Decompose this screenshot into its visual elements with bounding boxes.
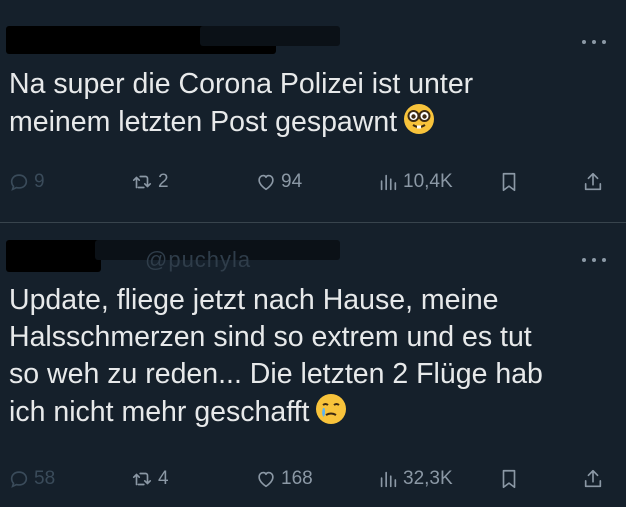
retweet-count: 4 (158, 468, 169, 489)
dot-icon (592, 258, 596, 262)
bookmark-icon (502, 172, 516, 192)
redacted-author (6, 240, 101, 272)
views-icon (380, 174, 397, 191)
views-count: 32,3K (403, 468, 453, 489)
heart-icon (258, 174, 274, 191)
dot-icon (592, 40, 596, 44)
dot-icon (582, 258, 586, 262)
nerd-face-emoji (403, 103, 435, 145)
tweet-1[interactable]: Na super die Corona Polizei ist unter me… (0, 0, 626, 222)
views-button[interactable]: 10,4K (377, 168, 453, 196)
heart-icon (258, 471, 274, 488)
share-button[interactable] (582, 168, 604, 196)
bookmark-icon (502, 469, 516, 489)
retweet-icon (132, 175, 152, 189)
dot-icon (602, 258, 606, 262)
more-options-button[interactable] (582, 256, 606, 264)
tweet-actions: 58 4 168 32,3K (0, 465, 626, 493)
reply-count: 58 (34, 468, 56, 489)
tweet-text: Na super die Corona Polizei ist unter me… (9, 66, 610, 145)
views-count: 10,4K (403, 171, 453, 192)
dot-icon (582, 40, 586, 44)
bookmark-button[interactable] (498, 465, 520, 493)
reply-icon (10, 471, 28, 488)
bookmark-button[interactable] (498, 168, 520, 196)
tweet-2[interactable]: @puchyla Update, fliege jetzt nach Hause… (0, 223, 626, 507)
face-holding-back-tears-emoji (315, 393, 347, 435)
author-handle: @puchyla (145, 247, 252, 272)
reply-count: 9 (34, 171, 45, 192)
retweet-count: 2 (158, 171, 169, 192)
tweet-text: Update, fliege jetzt nach Hause, meine H… (9, 282, 610, 435)
retweet-button[interactable]: 2 (130, 168, 169, 196)
share-icon (584, 172, 602, 191)
reply-button[interactable]: 9 (8, 168, 45, 196)
retweet-icon (132, 472, 152, 486)
reply-button[interactable]: 58 (8, 465, 55, 493)
more-options-button[interactable] (582, 38, 606, 46)
views-icon (380, 471, 397, 488)
reply-icon (10, 174, 28, 191)
tweet-actions: 9 2 94 10,4K (0, 168, 626, 196)
share-icon (584, 469, 602, 488)
share-button[interactable] (582, 465, 604, 493)
retweet-button[interactable]: 4 (130, 465, 169, 493)
like-button[interactable]: 168 (255, 465, 313, 493)
views-button[interactable]: 32,3K (377, 465, 453, 493)
dot-icon (602, 40, 606, 44)
like-button[interactable]: 94 (255, 168, 302, 196)
redacted-author-extra (200, 26, 340, 46)
like-count: 94 (281, 171, 303, 192)
like-count: 168 (281, 468, 313, 489)
